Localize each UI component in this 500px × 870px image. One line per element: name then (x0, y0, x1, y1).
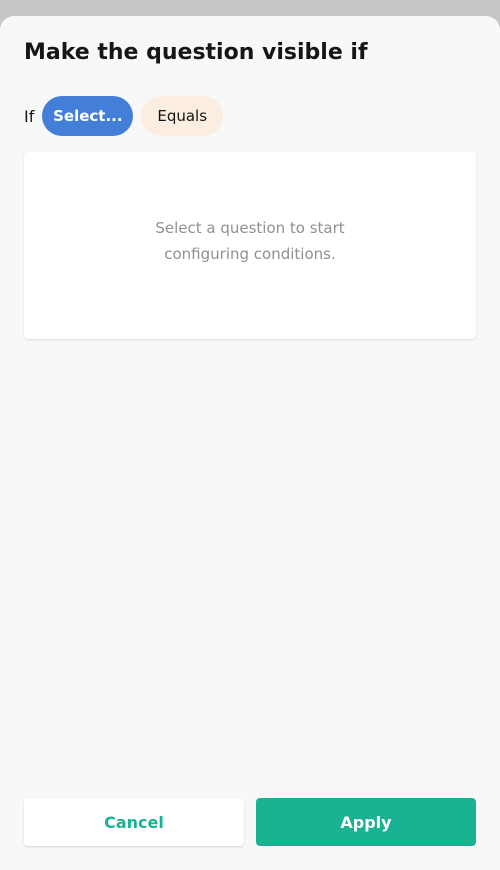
condition-row: If Select... Equals (24, 96, 224, 136)
if-label: If (24, 106, 35, 126)
question-select-button[interactable]: Select... (42, 96, 134, 136)
condition-dialog: Make the question visible if If Select..… (0, 16, 500, 870)
empty-state-message: Select a question to start configuring c… (155, 218, 345, 263)
dialog-title: Make the question visible if (24, 40, 368, 65)
cancel-button[interactable]: Cancel (24, 798, 244, 846)
conditions-panel: Select a question to start configuring c… (24, 152, 476, 339)
apply-button[interactable]: Apply (256, 798, 476, 846)
operator-equals-button[interactable]: Equals (141, 96, 224, 136)
